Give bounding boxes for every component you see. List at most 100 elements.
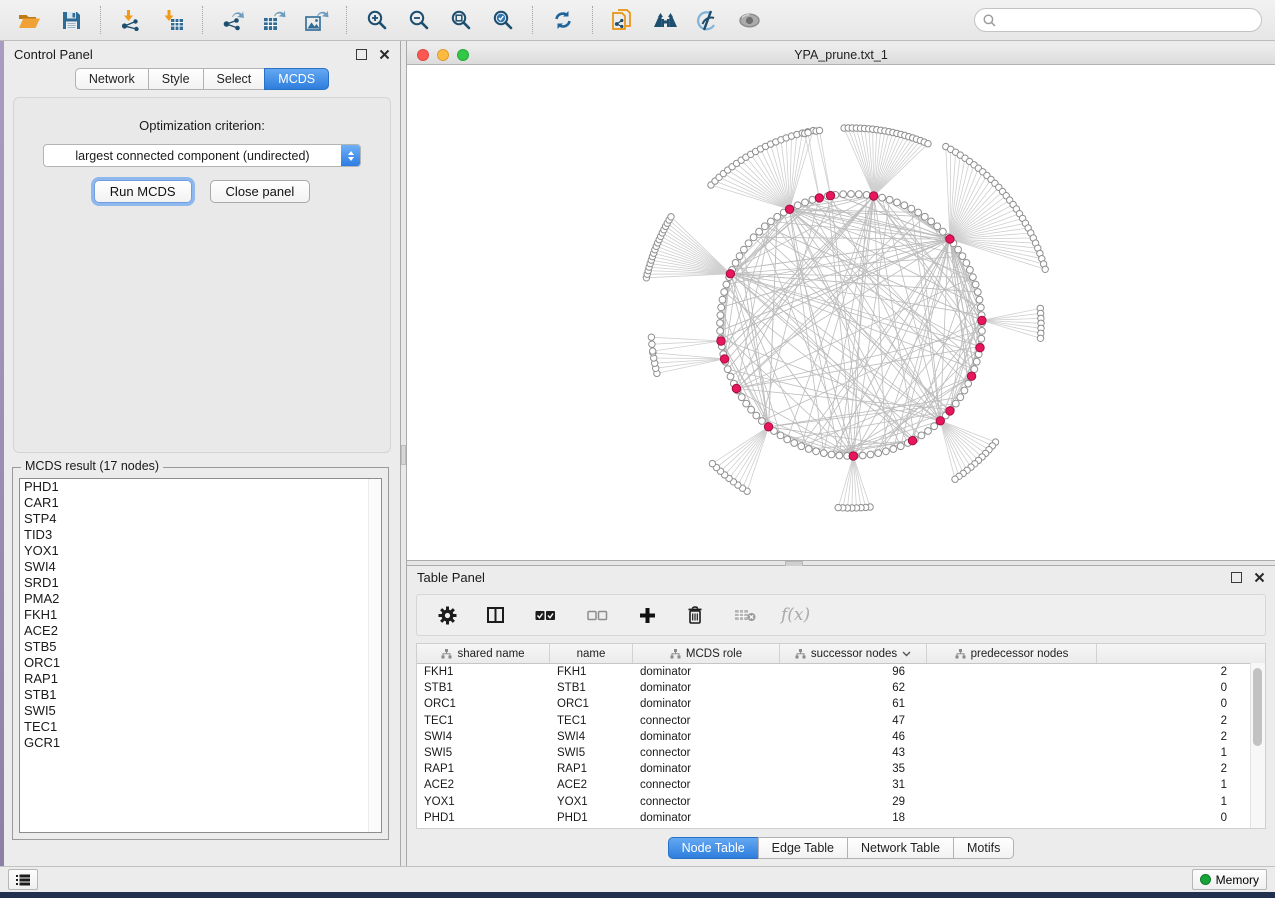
network-node[interactable] <box>886 196 893 203</box>
mcds-node[interactable] <box>976 344 984 352</box>
export-table-button[interactable] <box>255 4 295 36</box>
table-row[interactable]: STB1STB1dominator620 <box>417 680 1265 696</box>
zoom-out-button[interactable] <box>399 4 439 36</box>
list-item[interactable]: STP4 <box>20 511 381 527</box>
network-node[interactable] <box>723 281 730 288</box>
network-node[interactable] <box>915 209 922 216</box>
network-node[interactable] <box>761 223 768 230</box>
network-node[interactable] <box>952 400 959 407</box>
network-node[interactable] <box>717 320 724 327</box>
network-node[interactable] <box>1037 335 1043 341</box>
network-node[interactable] <box>745 240 752 247</box>
open-session-button[interactable] <box>9 4 49 36</box>
run-mcds-button[interactable]: Run MCDS <box>94 180 192 203</box>
close-window-icon[interactable] <box>417 49 429 61</box>
network-node[interactable] <box>890 446 897 453</box>
tab-edge-table[interactable]: Edge Table <box>758 837 848 859</box>
save-session-button[interactable] <box>51 4 91 36</box>
table-row[interactable]: PHD1PHD1dominator180 <box>417 810 1265 826</box>
network-node[interactable] <box>1042 266 1048 272</box>
network-node[interactable] <box>649 341 655 347</box>
network-node[interactable] <box>974 289 981 296</box>
show-all-button[interactable] <box>729 4 769 36</box>
zoom-fit-button[interactable] <box>441 4 481 36</box>
list-item[interactable]: TEC1 <box>20 719 381 735</box>
network-node[interactable] <box>750 234 757 241</box>
network-node[interactable] <box>959 253 966 260</box>
network-node[interactable] <box>717 312 724 319</box>
list-item[interactable]: STB1 <box>20 687 381 703</box>
network-node[interactable] <box>768 218 775 225</box>
network-node[interactable] <box>732 260 739 267</box>
network-node[interactable] <box>748 406 755 413</box>
network-node[interactable] <box>972 281 979 288</box>
tab-network[interactable]: Network <box>75 68 149 90</box>
network-node[interactable] <box>794 202 801 209</box>
export-image-button[interactable] <box>297 4 337 36</box>
network-node[interactable] <box>805 446 812 453</box>
network-node[interactable] <box>738 394 745 401</box>
list-item[interactable]: SWI4 <box>20 559 381 575</box>
network-node[interactable] <box>791 440 798 447</box>
network-node[interactable] <box>918 432 925 439</box>
network-node[interactable] <box>835 504 841 510</box>
network-node[interactable] <box>952 476 958 482</box>
network-node[interactable] <box>879 194 886 201</box>
network-window-titlebar[interactable]: YPA_prune.txt_1 <box>407 45 1275 65</box>
mcds-node[interactable] <box>849 452 857 460</box>
column-header-name[interactable]: name <box>550 644 633 663</box>
search-input[interactable] <box>1001 12 1255 28</box>
network-node[interactable] <box>736 253 743 260</box>
table-row[interactable]: SWI5SWI5connector431 <box>417 745 1265 761</box>
list-item[interactable]: FKH1 <box>20 607 381 623</box>
network-node[interactable] <box>976 296 983 303</box>
zoom-in-button[interactable] <box>357 4 397 36</box>
network-node[interactable] <box>820 450 827 457</box>
network-node[interactable] <box>970 274 977 281</box>
network-node[interactable] <box>721 289 728 296</box>
network-node[interactable] <box>883 448 890 455</box>
mcds-node[interactable] <box>717 337 725 345</box>
mcds-node[interactable] <box>870 192 878 200</box>
tab-network-table[interactable]: Network Table <box>847 837 954 859</box>
network-node[interactable] <box>955 246 962 253</box>
network-node[interactable] <box>875 450 882 457</box>
list-item[interactable]: CAR1 <box>20 495 381 511</box>
float-panel-icon[interactable] <box>1231 572 1242 583</box>
network-node[interactable] <box>934 223 941 230</box>
table-row[interactable]: RAP1RAP1dominator352 <box>417 761 1265 777</box>
column-header-predecessor-nodes[interactable]: predecessor nodes <box>927 644 1097 663</box>
mcds-node[interactable] <box>732 384 740 392</box>
network-node[interactable] <box>718 304 725 311</box>
function-builder-icon[interactable]: f(x) <box>781 605 810 625</box>
list-item[interactable]: SRD1 <box>20 575 381 591</box>
network-node[interactable] <box>977 304 984 311</box>
network-node[interactable] <box>753 412 760 419</box>
tab-node-table[interactable]: Node Table <box>668 837 759 859</box>
mcds-node[interactable] <box>978 316 986 324</box>
network-node[interactable] <box>965 380 972 387</box>
network-node[interactable] <box>925 428 932 435</box>
network-node[interactable] <box>648 334 654 340</box>
table-settings-button[interactable] <box>434 599 460 631</box>
network-node[interactable] <box>931 423 938 430</box>
network-node[interactable] <box>784 436 791 443</box>
import-table-button[interactable] <box>153 4 193 36</box>
column-layout-button[interactable] <box>482 599 508 631</box>
mcds-node[interactable] <box>815 194 823 202</box>
mcds-node[interactable] <box>946 407 954 415</box>
table-row[interactable]: ACE2ACE2connector311 <box>417 777 1265 793</box>
network-node[interactable] <box>828 451 835 458</box>
network-graph[interactable] <box>407 65 1275 560</box>
list-item[interactable]: TID3 <box>20 527 381 543</box>
network-node[interactable] <box>840 191 847 198</box>
mcds-node[interactable] <box>936 417 944 425</box>
scrollbar-thumb[interactable] <box>1253 668 1262 746</box>
network-node[interactable] <box>848 191 855 198</box>
network-node[interactable] <box>961 387 968 394</box>
column-header-mcds-role[interactable]: MCDS role <box>633 644 780 663</box>
deselect-all-rows-button[interactable] <box>582 599 612 631</box>
network-node[interactable] <box>957 394 964 401</box>
list-item[interactable]: YOX1 <box>20 543 381 559</box>
network-node[interactable] <box>668 214 674 220</box>
